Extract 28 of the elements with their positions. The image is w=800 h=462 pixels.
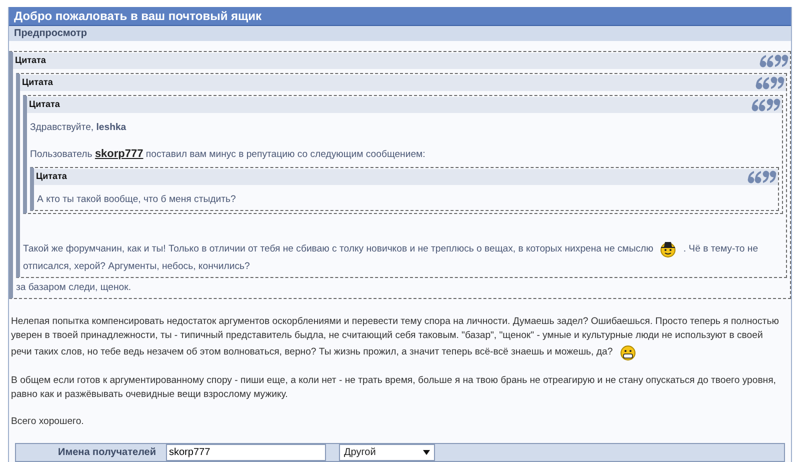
message-text: Здравствуйте, leshka <box>30 122 126 133</box>
message-text: поставил вам минус в репутацию со следующим сообщением: <box>146 149 426 160</box>
message-text: В общем если готов к аргументированному спору - пиши еще, а коли нет - не трать время, больше я на твою брань не отреагирую и не стану опускаться до твоего уровня, равно как и разжёвывать очевидные вещи взрослому мужику. <box>11 375 776 400</box>
grinning-smiley-icon <box>618 343 637 361</box>
message-text: Пользователь <box>30 149 92 160</box>
message-text: . Чё в тему-то не <box>683 244 758 255</box>
dropdown-arrow-icon <box>423 450 430 455</box>
quote-label: Цитата <box>29 98 60 112</box>
recipient-dropdown[interactable]: Другой <box>339 444 435 461</box>
section-title: Предпросмотр <box>14 27 88 41</box>
message-text: речи таких слов, но тебе ведь незачем об этом волноваться, верно? Ты жизнь прожил, а значит теперь всё-всё знаешь и можешь, да? <box>11 346 613 358</box>
message-text: за базаром следи, щенок. <box>16 282 131 293</box>
window-title: Добро пожаловать в ваш почтовый ящик <box>14 8 262 25</box>
quote-marks-icon <box>747 170 777 184</box>
quote-label: Цитата <box>15 54 46 68</box>
quote-marks-icon <box>751 98 781 112</box>
message-text: Всего хорошего. <box>11 416 84 427</box>
message-text: Такой же форумчанин, как и ты! Только в отличии от тебя не сбиваю с толку новичков и не треплюсь о вещах, в которых нихрена не смыслю <box>23 244 654 255</box>
smiley-hat-icon <box>659 240 678 258</box>
message-text: А кто ты такой вообще, что б меня стыдить? <box>37 194 236 205</box>
quote-marks-icon <box>759 54 789 68</box>
quote-label: Цитата <box>36 170 67 184</box>
recipient-field[interactable]: skorp777 <box>166 444 326 461</box>
user-link[interactable]: skorp777 <box>94 148 144 160</box>
quote-marks-icon <box>755 76 785 90</box>
quote-label: Цитата <box>22 76 53 90</box>
field-label: Имена получателей <box>57 446 157 460</box>
message-text: отписался, херой? Аргументы, небось, кончились? <box>23 260 251 274</box>
